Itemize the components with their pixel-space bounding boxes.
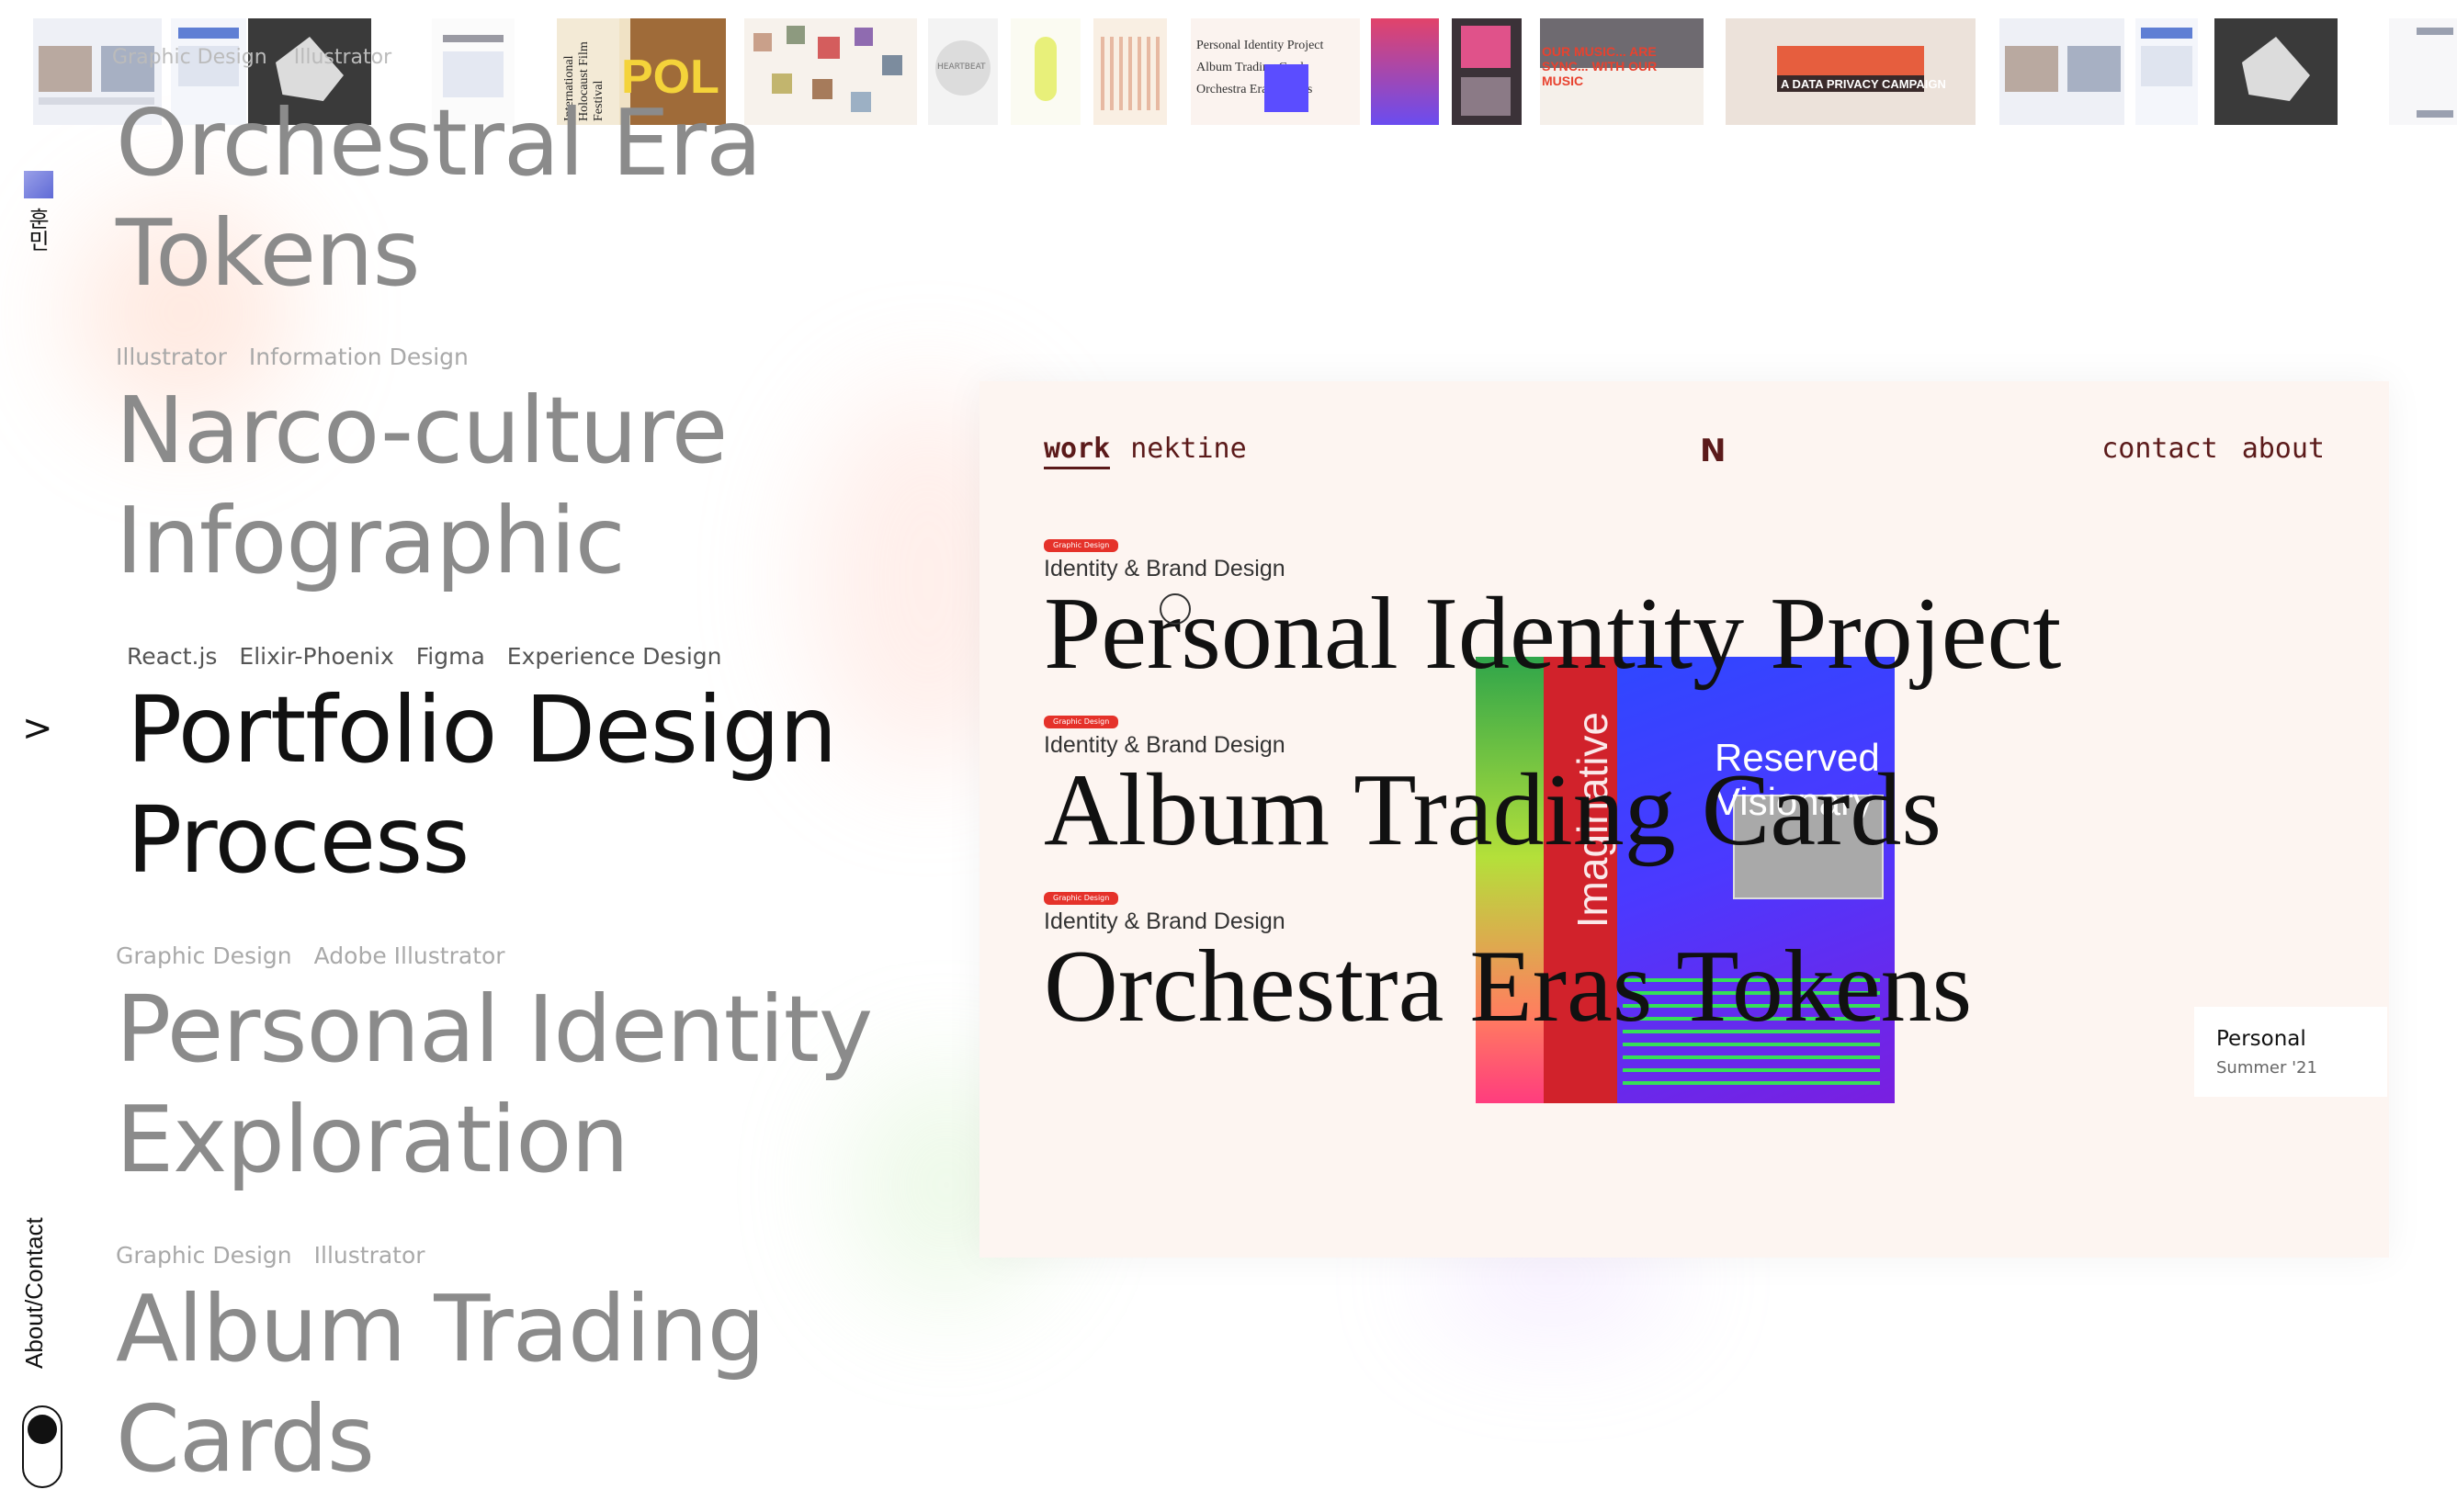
project-title: Album Trading Cards <box>116 1275 765 1493</box>
project-item[interactable]: Orchestral Era Tokens <box>116 88 762 309</box>
avatar[interactable] <box>22 1405 62 1488</box>
preview-entry[interactable]: Graphic Design Identity & Brand Design O… <box>1044 886 1972 1038</box>
category-badge: Graphic Design <box>1044 539 1119 552</box>
entry-title: Personal Identity Project <box>1044 577 2062 691</box>
project-item[interactable]: Graphic Design Adobe Illustrator Persona… <box>116 942 873 1195</box>
thumbnail[interactable]: A DATA PRIVACY CAMPAIGN <box>1726 18 1976 125</box>
about-contact-link[interactable]: About/Contact <box>20 1203 49 1369</box>
entry-title: Orchestra Eras Tokens <box>1044 930 1973 1044</box>
project-item[interactable]: Graphic Design Illustrator Album Trading… <box>116 1242 765 1495</box>
project-tags: Graphic Design Adobe Illustrator <box>116 942 505 969</box>
preview-nav: work nektine N contact about <box>1044 433 2325 469</box>
project-tags: Graphic Design Illustrator <box>116 1242 425 1269</box>
nav-work-link[interactable]: work <box>1044 433 1111 469</box>
logo-icon[interactable] <box>24 171 53 198</box>
project-item[interactable]: Illustrator Information Design Narco-cul… <box>116 344 728 596</box>
current-indicator-arrow: > <box>22 707 53 750</box>
site-mark[interactable]: N <box>1700 433 1726 469</box>
thumbnail[interactable] <box>744 18 917 125</box>
project-preview[interactable]: work nektine N contact about Imaginative… <box>979 381 2389 1258</box>
thumbnail[interactable] <box>1371 18 1439 125</box>
thumbnail[interactable] <box>1999 18 2124 125</box>
nav-contact-link[interactable]: contact <box>2101 433 2217 465</box>
project-item-active[interactable]: React.js Elixir-Phoenix Figma Experience… <box>127 643 837 896</box>
preview-entry[interactable]: Graphic Design Identity & Brand Design P… <box>1044 534 2061 685</box>
thumbnail[interactable] <box>1452 18 1522 125</box>
project-title: Portfolio Design Process <box>127 676 837 894</box>
project-tags: React.js Elixir-Phoenix Figma Experience… <box>127 643 722 670</box>
thumbnail[interactable] <box>2214 18 2338 125</box>
nav-about-link[interactable]: about <box>2242 433 2325 465</box>
project-title: Personal Identity Exploration <box>116 976 873 1193</box>
info-box: Personal Summer '21 <box>2194 1007 2387 1097</box>
thumbnail[interactable] <box>1011 18 1081 125</box>
project-tags: Illustrator Information Design <box>116 344 469 370</box>
thumbnail[interactable]: Personal Identity Project Album Trading … <box>1191 18 1360 125</box>
entry-title: Album Trading Cards <box>1044 753 1942 867</box>
thumbnail[interactable]: OUR MUSIC... ARE SYNC... WITH OUR MUSIC <box>1540 18 1704 125</box>
thumbnail-caption: Graphic Design Illustrator <box>112 46 392 69</box>
project-title: Narco-culture Infographic <box>116 377 728 594</box>
thumbnail[interactable] <box>1093 18 1167 125</box>
preview-entry[interactable]: Graphic Design Identity & Brand Design A… <box>1044 710 1942 862</box>
cursor-icon <box>1160 593 1191 625</box>
project-title: Orchestral Era Tokens <box>116 89 762 307</box>
nav-name-link[interactable]: nektine <box>1130 433 1246 469</box>
category-badge: Graphic Design <box>1044 892 1119 905</box>
category-badge: Graphic Design <box>1044 716 1119 728</box>
thumbnail[interactable] <box>2389 18 2457 125</box>
thumbnail[interactable] <box>2135 18 2198 125</box>
language-toggle[interactable]: 훈민 <box>24 208 50 252</box>
thumbnail[interactable]: HEARTBEAT <box>928 18 998 125</box>
